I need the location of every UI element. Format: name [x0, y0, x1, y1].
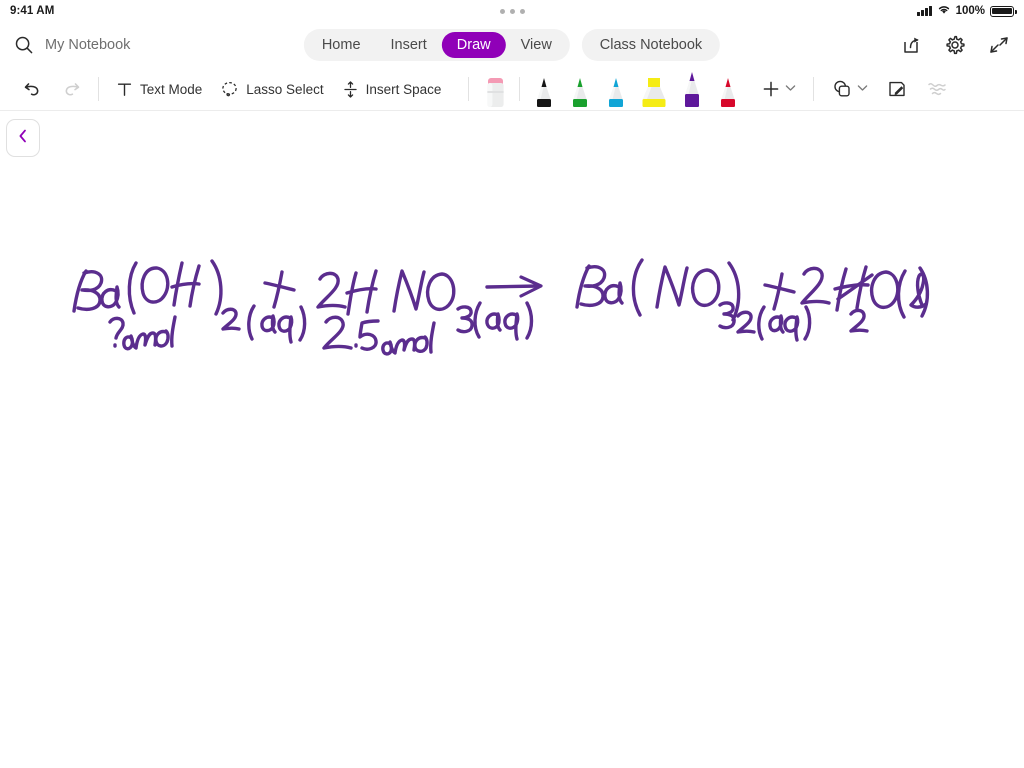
ink-to-shape-icon: [886, 78, 908, 100]
text-mode-icon: [116, 81, 133, 98]
tab-class-notebook[interactable]: Class Notebook: [581, 29, 721, 61]
gear-icon[interactable]: [944, 34, 966, 56]
undo-button[interactable]: Undo: [14, 74, 52, 104]
multitasking-dots-icon: [0, 0, 1024, 22]
toolbar-divider-4: [813, 77, 815, 101]
tab-draw[interactable]: Draw: [441, 32, 506, 58]
wifi-icon: [937, 2, 951, 20]
share-icon[interactable]: [900, 34, 922, 56]
text-mode-label: Text Mode: [140, 81, 203, 97]
ink-replay-icon: [926, 79, 948, 99]
toolbar-divider: [98, 77, 99, 101]
pen-blue[interactable]: Blue Pen: [598, 68, 634, 111]
ribbon-header: My Notebook Home Insert Draw View Class …: [0, 22, 1024, 68]
eraser-tray: Eraser: [477, 68, 513, 111]
ribbon-tab-group: Home Insert Draw View: [303, 29, 570, 61]
notebook-canvas[interactable]: [0, 111, 1024, 768]
insert-space-icon: [342, 80, 359, 99]
battery-full-icon: [990, 5, 1017, 17]
pen-tray: Black Pen Green Pen Blue Pen: [526, 68, 746, 111]
status-indicators: 100%: [917, 2, 1017, 20]
toolbar-divider-3: [519, 77, 521, 101]
tab-home[interactable]: Home: [307, 32, 376, 58]
undo-arrow-icon: [21, 77, 45, 101]
collapse-ribbon-icon[interactable]: [988, 34, 1010, 56]
add-pen-button[interactable]: Add Pen: [752, 74, 805, 104]
highlighter-yellow[interactable]: Yellow Highlighter: [634, 68, 674, 111]
status-time: 9:41 AM: [10, 5, 55, 17]
cellular-signal-icon: [917, 6, 932, 16]
battery-percent-label: 100%: [955, 5, 985, 17]
chevron-down-icon-shapes: [857, 84, 868, 95]
pen-purple[interactable]: Purple Pen: [674, 68, 710, 111]
insert-space-button[interactable]: Insert Space: [333, 74, 451, 104]
redo-button[interactable]: Redo: [52, 74, 90, 104]
notebook-title[interactable]: My Notebook: [45, 37, 130, 53]
ribbon-actions: [900, 34, 1010, 56]
lasso-select-icon: [220, 80, 239, 99]
ink-to-shape-button[interactable]: Ink to Shape: [877, 74, 917, 104]
chevron-down-icon: [785, 84, 796, 95]
eraser-tool[interactable]: Eraser: [477, 68, 513, 111]
shapes-button[interactable]: Shapes: [822, 74, 877, 104]
plus-icon: [761, 79, 781, 99]
pen-green[interactable]: Green Pen: [562, 68, 598, 111]
pen-red[interactable]: Red Pen: [710, 68, 746, 111]
shapes-icon: [831, 78, 853, 100]
handwritten-ink-layer: [0, 111, 1024, 768]
insert-space-label: Insert Space: [365, 81, 442, 97]
ink-replay-button[interactable]: Ink Replay: [917, 74, 948, 104]
lasso-select-button[interactable]: Lasso Select: [211, 74, 332, 104]
redo-arrow-icon: [59, 77, 83, 101]
lasso-select-label: Lasso Select: [246, 81, 324, 97]
ribbon-tab-bar: Home Insert Draw View Class Notebook: [303, 29, 721, 61]
toolbar-divider-2: [468, 77, 470, 101]
draw-toolbar: Undo Redo Text Mode Lasso Select: [0, 68, 1024, 111]
tab-view[interactable]: View: [506, 32, 567, 58]
search-icon[interactable]: [14, 35, 34, 55]
pen-black[interactable]: Black Pen: [526, 68, 562, 111]
tab-insert[interactable]: Insert: [376, 32, 442, 58]
text-mode-button[interactable]: Text Mode: [107, 74, 211, 104]
status-bar: 9:41 AM 100%: [0, 0, 1024, 22]
